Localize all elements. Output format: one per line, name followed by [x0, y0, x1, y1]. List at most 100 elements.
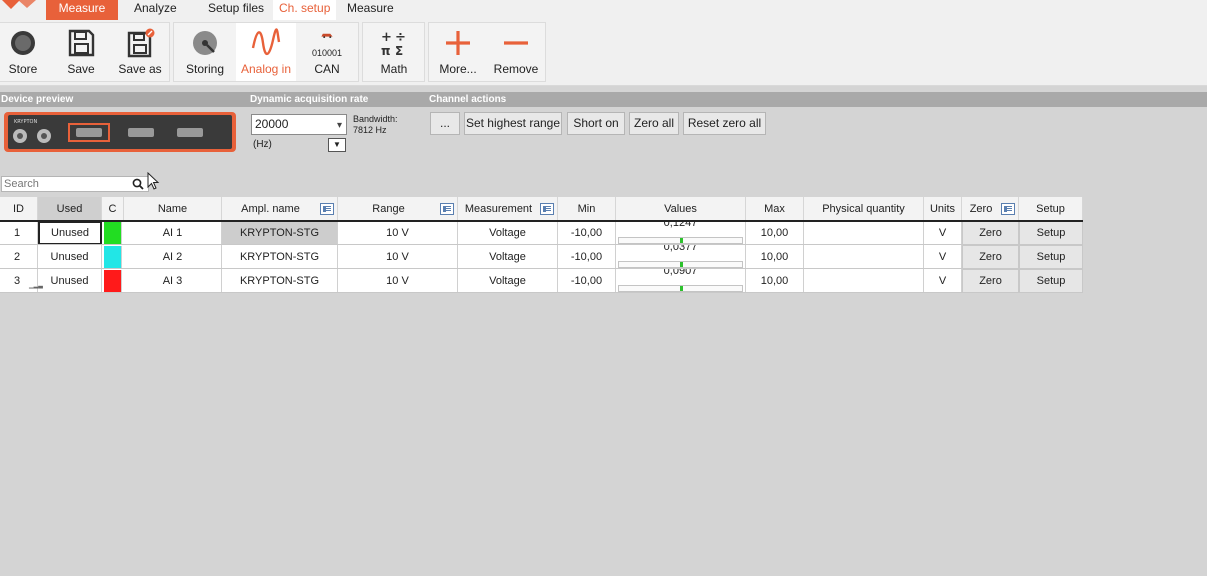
units-value[interactable]: V — [924, 269, 962, 293]
used-toggle[interactable]: Unused — [38, 269, 102, 293]
short-on-button[interactable]: Short on — [567, 112, 625, 135]
channel-name[interactable]: AI 3 — [124, 269, 222, 293]
physical-quantity[interactable] — [804, 245, 924, 269]
header-zero-label: Zero — [969, 203, 993, 215]
header-measurement[interactable]: Measurement — [458, 197, 558, 221]
table-row[interactable]: 3 Unused AI 3 KRYPTON-STG 10 V Voltage -10,00 0… — [0, 269, 1083, 293]
set-highest-range-button[interactable]: Set highest range — [464, 112, 562, 135]
cell-id: 1 — [0, 221, 38, 245]
value-level-bar — [618, 261, 743, 268]
header-ampl-name[interactable]: Ampl. name — [222, 197, 338, 221]
physical-quantity[interactable] — [804, 221, 924, 245]
header-physical-quantity[interactable]: Physical quantity — [804, 197, 924, 221]
search-box — [1, 176, 149, 192]
max-value[interactable]: 10,00 — [746, 221, 804, 245]
analog-in-button[interactable]: Analog in — [236, 23, 296, 81]
header-used[interactable]: Used — [38, 197, 102, 221]
search-input[interactable] — [4, 177, 124, 191]
zero-button[interactable]: Zero — [962, 269, 1019, 293]
save-button[interactable]: Save — [58, 23, 104, 81]
value-level-marker — [680, 238, 684, 243]
svg-text:KRYPTON: KRYPTON — [14, 119, 37, 125]
header-min[interactable]: Min — [558, 197, 616, 221]
column-filter-icon[interactable] — [1001, 203, 1015, 215]
value-level-marker — [679, 262, 683, 267]
max-value[interactable]: 10,00 — [746, 269, 804, 293]
table-row[interactable]: 1 Unused AI 1 KRYPTON-STG 10 V Voltage -10,00 0… — [0, 221, 1083, 245]
header-zero[interactable]: Zero — [962, 197, 1019, 221]
live-value: 0,0377 — [616, 245, 746, 269]
can-button[interactable]: 010001 CAN — [298, 23, 356, 81]
min-value[interactable]: -10,00 — [558, 269, 616, 293]
color-swatch[interactable] — [104, 222, 122, 244]
rate-unit-dropdown[interactable]: ▼ — [328, 138, 346, 152]
physical-quantity[interactable] — [804, 269, 924, 293]
range-select[interactable]: 10 V — [338, 245, 458, 269]
header-units[interactable]: Units — [924, 197, 962, 221]
column-filter-icon[interactable] — [540, 203, 554, 215]
header-range[interactable]: Range — [338, 197, 458, 221]
units-value[interactable]: V — [924, 221, 962, 245]
device-preview-image[interactable]: KRYPTON — [4, 110, 236, 154]
max-value[interactable]: 10,00 — [746, 245, 804, 269]
channel-add-remove-group: More... Remove — [428, 22, 546, 82]
reset-zero-all-button[interactable]: Reset zero all — [683, 112, 766, 135]
measurement-select[interactable]: Voltage — [458, 221, 558, 245]
setup-button[interactable]: Setup — [1019, 269, 1083, 293]
column-filter-icon[interactable] — [320, 203, 334, 215]
column-filter-icon[interactable] — [440, 203, 454, 215]
ribbon-toolbar: Store Save Save as Storing Analog in 010… — [0, 20, 1207, 86]
used-toggle[interactable]: Unused — [38, 221, 102, 245]
header-color[interactable]: C — [102, 197, 124, 221]
sine-wave-icon — [251, 28, 281, 56]
header-values[interactable]: Values — [616, 197, 746, 221]
header-id[interactable]: ID — [0, 197, 38, 221]
header-name[interactable]: Name — [124, 197, 222, 221]
menu-item-analyze[interactable]: Analyze — [128, 0, 183, 20]
analog-in-label: Analog in — [240, 62, 292, 76]
header-setup[interactable]: Setup — [1019, 197, 1083, 221]
value-level-bar — [618, 237, 743, 244]
table-row[interactable]: 2 Unused AI 2 KRYPTON-STG 10 V Voltage -10,00 0… — [0, 245, 1083, 269]
menu-item-measure[interactable]: Measure — [46, 0, 118, 20]
zero-button[interactable]: Zero — [962, 221, 1019, 245]
app-logo-icon — [2, 0, 36, 9]
channel-actions-more-button[interactable]: ... — [430, 112, 460, 135]
channel-name[interactable]: AI 1 — [124, 221, 222, 245]
used-toggle[interactable]: Unused — [38, 245, 102, 269]
header-max[interactable]: Max — [746, 197, 804, 221]
setup-button[interactable]: Setup — [1019, 221, 1083, 245]
bandwidth-value: 7812 Hz — [353, 125, 387, 135]
value-level-marker — [680, 286, 684, 291]
zero-button[interactable]: Zero — [962, 245, 1019, 269]
storing-label: Storing — [185, 62, 225, 76]
save-as-button[interactable]: Save as — [114, 23, 166, 81]
search-icon[interactable] — [132, 178, 144, 190]
store-button[interactable]: Store — [0, 23, 46, 81]
storing-button[interactable]: Storing — [176, 23, 234, 81]
menu-item-ch-setup[interactable]: Ch. setup — [273, 0, 337, 20]
math-button[interactable]: + ÷ π Σ Math — [365, 23, 423, 81]
channel-type-group: Storing Analog in 010001 CAN — [173, 22, 359, 82]
value-level-bar — [618, 285, 743, 292]
range-select[interactable]: 10 V — [338, 221, 458, 245]
store-label: Store — [8, 62, 38, 76]
color-swatch[interactable] — [104, 270, 122, 292]
min-value[interactable]: -10,00 — [558, 221, 616, 245]
rate-unit-label: (Hz) — [253, 139, 272, 150]
units-value[interactable]: V — [924, 245, 962, 269]
measurement-select[interactable]: Voltage — [458, 245, 558, 269]
setup-button[interactable]: Setup — [1019, 245, 1083, 269]
channel-name[interactable]: AI 2 — [124, 245, 222, 269]
measurement-select[interactable]: Voltage — [458, 269, 558, 293]
dropdown-arrow-icon: ▼ — [333, 140, 341, 149]
menu-item-measure-2[interactable]: Measure — [341, 0, 400, 20]
min-value[interactable]: -10,00 — [558, 245, 616, 269]
color-swatch[interactable] — [104, 246, 122, 268]
remove-button[interactable]: Remove — [489, 23, 543, 81]
range-select[interactable]: 10 V — [338, 269, 458, 293]
zero-all-button[interactable]: Zero all — [629, 112, 679, 135]
acquisition-rate-select[interactable]: 20000 ▾ — [251, 114, 347, 135]
menu-item-setup-files[interactable]: Setup files — [202, 0, 270, 20]
more-button[interactable]: More... — [431, 23, 485, 81]
